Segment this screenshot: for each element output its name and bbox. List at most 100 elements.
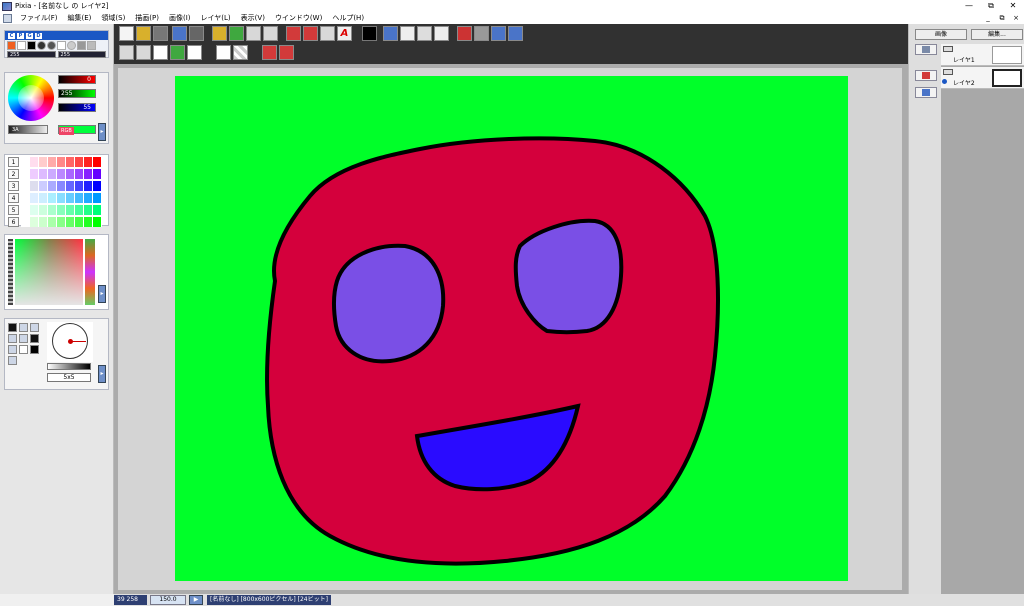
brush-slash-icon[interactable] [8,356,17,365]
wand-icon[interactable] [474,26,489,41]
mode-d-button[interactable]: D [35,32,42,39]
color-more-button[interactable]: ▸ [98,123,106,141]
brush-round-tool-icon[interactable] [303,26,318,41]
restore-button[interactable]: ⧉ [980,0,1002,12]
move-down-icon[interactable] [170,45,185,60]
camera-icon[interactable] [153,26,168,41]
rotate-icon[interactable] [57,41,66,50]
palette-swatch[interactable] [66,168,75,179]
menu-draw[interactable]: 描画(P) [130,12,164,24]
layer-add-delete-tools[interactable] [915,44,937,55]
document-icon[interactable] [3,13,12,23]
palette-swatch[interactable] [66,180,75,191]
palette-swatch[interactable] [75,168,84,179]
palette-swatch[interactable] [75,192,84,203]
palette-swatch[interactable] [48,180,57,191]
palette-swatch[interactable] [93,156,102,167]
stamp-icon[interactable] [77,41,86,50]
gradient-more-button[interactable]: ▸ [98,285,106,303]
palette-swatch[interactable] [21,204,30,215]
red-slider[interactable]: 0 [58,75,96,84]
palette-swatch[interactable] [84,168,93,179]
zoom-field[interactable]: 150.0 [150,595,186,605]
palette-swatch[interactable] [30,168,39,179]
gradient-strip[interactable] [8,239,13,305]
brush-more-button[interactable]: ▸ [98,365,106,383]
image-button[interactable]: 画像 [915,29,967,40]
palette-swatch[interactable] [21,192,30,203]
blur-icon[interactable] [67,41,76,50]
brush-angle-dial[interactable] [47,322,93,362]
palette-swatch[interactable] [30,216,39,227]
palette-swatch[interactable] [93,192,102,203]
brush-dots-icon[interactable] [8,334,17,343]
palette-row-number[interactable]: 4 [8,192,19,203]
palette-swatch[interactable] [84,180,93,191]
deselect-icon[interactable] [216,45,231,60]
palette-swatch[interactable] [48,204,57,215]
image-icon[interactable] [383,26,398,41]
pen-icon[interactable] [17,41,26,50]
palette-swatch[interactable] [21,180,30,191]
palette-swatch[interactable] [57,180,66,191]
palette-swatch[interactable] [57,204,66,215]
brush-soft-icon[interactable] [30,323,39,332]
mdi-minimize-button[interactable]: _ [983,14,993,22]
palette-swatch[interactable] [84,192,93,203]
current-color-swatch[interactable]: RGB [58,125,96,135]
color-wheel[interactable] [8,75,54,121]
menu-image[interactable]: 画像(I) [164,12,196,24]
stamp-clear-icon[interactable] [279,45,294,60]
rect-select-icon[interactable] [153,45,168,60]
brush-star-icon[interactable] [30,334,39,343]
menu-window[interactable]: ウインドウ(W) [270,12,327,24]
palette-swatch[interactable] [39,204,48,215]
close-button[interactable]: ✕ [1002,0,1024,12]
brush-shape-icon[interactable] [19,323,28,332]
green-slider[interactable]: 255 [58,89,96,98]
palette-swatch[interactable] [84,216,93,227]
palette-row-number[interactable]: 1 [8,156,19,167]
copy-icon[interactable] [246,26,261,41]
open-folder-icon[interactable] [136,26,151,41]
palette-swatch[interactable] [93,204,102,215]
layer-paint-tool[interactable] [915,70,937,81]
color-swatch-icon[interactable] [362,26,377,41]
palette-swatch[interactable] [39,192,48,203]
palette-swatch[interactable] [84,204,93,215]
menu-select[interactable]: 領域(S) [96,12,130,24]
minimize-button[interactable]: — [958,0,980,12]
layer-2-visibility-toggle[interactable] [943,69,953,75]
palette-swatch[interactable] [30,204,39,215]
size-b-field[interactable]: 255 [57,51,106,58]
palette-swatch[interactable] [57,192,66,203]
blue-slider[interactable]: 55 [58,103,96,112]
undo-icon[interactable] [212,26,227,41]
eraser-icon[interactable] [87,41,96,50]
gradient-presets[interactable] [85,239,95,305]
palette-swatch[interactable] [21,168,30,179]
menu-file[interactable]: ファイル(F) [15,12,63,24]
palette-swatch[interactable] [48,216,57,227]
palette-swatch[interactable] [75,216,84,227]
brush-density-slider[interactable] [47,363,91,370]
brush-pen-icon[interactable] [286,26,301,41]
palette-row-number[interactable]: 5 [8,204,19,215]
menu-layer[interactable]: レイヤ(L) [196,12,236,24]
layer-merge-tool[interactable] [915,87,937,98]
color-mode-label[interactable]: RGB [59,127,74,135]
soft-brush-icon[interactable] [47,41,56,50]
pencil-tool-icon[interactable] [119,45,134,60]
dropper-tool-icon[interactable] [136,45,151,60]
paste-icon[interactable] [263,26,278,41]
palette-swatch[interactable] [57,156,66,167]
palette-row-number[interactable]: 6 [8,216,19,227]
layer-item-2[interactable]: レイヤ2 [941,67,1024,89]
brush-black-icon[interactable] [30,345,39,354]
edit-button[interactable]: 編集... [971,29,1023,40]
redo-icon[interactable] [229,26,244,41]
palette-swatch[interactable] [48,156,57,167]
palette-swatch[interactable] [93,216,102,227]
palette-swatch[interactable] [39,180,48,191]
menu-help[interactable]: ヘルプ(H) [327,12,369,24]
